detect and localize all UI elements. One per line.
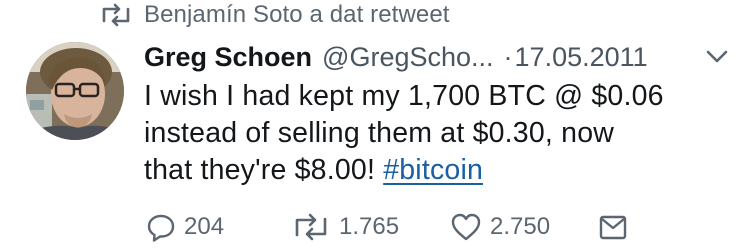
retweet-button[interactable]: 1.765: [291, 210, 399, 244]
chevron-down-icon[interactable]: [704, 46, 730, 68]
separator-dot: ·: [503, 41, 513, 72]
tweet-text-line: instead of selling them at $0.30, now: [144, 117, 615, 149]
tweet-header: Greg Schoen @GregScho... · 17.05.2011: [144, 38, 648, 76]
tweet-text-line: I wish I had kept my 1,700 BTC @ $0.06: [144, 80, 664, 112]
tweet-text: I wish I had kept my 1,700 BTC @ $0.06 i…: [144, 78, 734, 189]
like-button[interactable]: 2.750: [450, 210, 550, 244]
tweet-text-line-last: that they're $8.00! #bitcoin: [144, 152, 734, 189]
reply-button[interactable]: 204: [146, 210, 224, 244]
tweet-actions: 204 1.765 2.750: [146, 210, 646, 244]
direct-message-button[interactable]: [598, 210, 636, 244]
hashtag-link[interactable]: #bitcoin: [383, 154, 483, 186]
envelope-icon: [598, 212, 628, 242]
avatar[interactable]: [26, 42, 124, 140]
author-name[interactable]: Greg Schoen: [144, 42, 312, 73]
retweet-icon: [100, 3, 132, 27]
heart-icon: [450, 212, 482, 242]
tweet-date[interactable]: 17.05.2011: [515, 42, 648, 73]
reply-count: 204: [184, 213, 225, 240]
tweet-text-line-text: that they're $8.00!: [144, 154, 376, 186]
retweet-count: 1.765: [339, 213, 400, 240]
like-count: 2.750: [490, 213, 551, 240]
retweet-icon: [291, 212, 331, 242]
author-handle[interactable]: @GregScho...: [322, 42, 493, 73]
retweet-context-text[interactable]: Benjamín Soto a dat retweet: [144, 1, 450, 29]
retweet-context: Benjamín Soto a dat retweet: [100, 0, 450, 30]
reply-icon: [146, 212, 176, 242]
